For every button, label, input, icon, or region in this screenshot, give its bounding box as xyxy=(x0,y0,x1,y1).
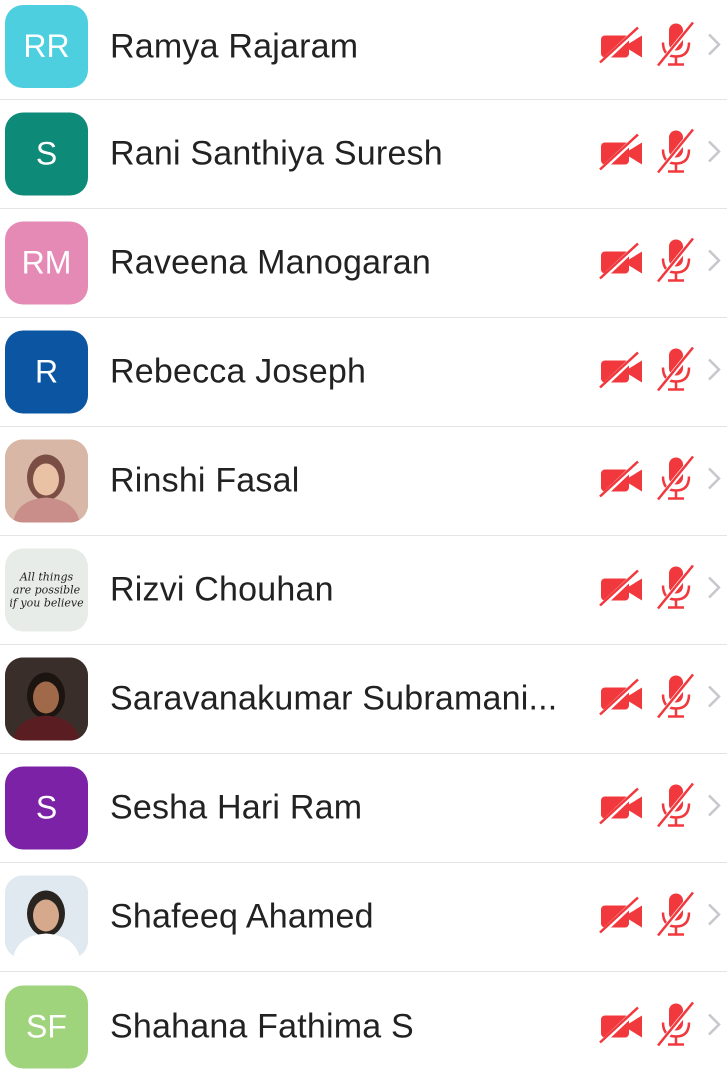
participant-row[interactable]: R Rebecca Joseph xyxy=(0,318,727,427)
status-icons xyxy=(598,564,698,617)
video-off-icon xyxy=(598,677,646,722)
participant-name: Ramya Rajaram xyxy=(110,27,359,66)
avatar-quote-line: if you believe xyxy=(9,596,84,610)
participant-row[interactable]: SF Shahana Fathima S xyxy=(0,972,727,1081)
avatar-initials: S xyxy=(35,789,58,826)
mic-muted-icon xyxy=(654,128,698,181)
participant-row[interactable]: Shafeeq Ahamed xyxy=(0,863,727,972)
mic-muted-icon xyxy=(654,673,698,726)
chevron-right-icon[interactable] xyxy=(706,32,722,63)
video-off-icon xyxy=(598,241,646,286)
participant-name: Shahana Fathima S xyxy=(110,1007,414,1045)
avatar-quote-line: are possible xyxy=(12,583,81,597)
participant-row[interactable]: RM Raveena Manogaran xyxy=(0,209,727,318)
status-icons xyxy=(598,455,698,508)
participant-row[interactable]: S Sesha Hari Ram xyxy=(0,754,727,863)
avatar-initials: SF xyxy=(26,1008,67,1044)
avatar: S xyxy=(5,112,88,196)
video-off-icon xyxy=(598,132,646,177)
avatar: SF xyxy=(5,985,88,1068)
participant-row[interactable]: S Rani Santhiya Suresh xyxy=(0,100,727,209)
chevron-right-icon[interactable] xyxy=(706,357,722,388)
avatar xyxy=(5,875,88,959)
avatar: All things are possible if you believe xyxy=(5,548,88,632)
mic-muted-icon xyxy=(654,237,698,290)
participant-name: Rizvi Chouhan xyxy=(110,570,334,609)
participant-row[interactable]: All things are possible if you believe Rizv… xyxy=(0,536,727,645)
status-icons xyxy=(598,891,698,944)
participant-row[interactable]: RR Ramya Rajaram xyxy=(0,0,727,100)
participant-name: Sesha Hari Ram xyxy=(110,788,363,827)
participant-row[interactable]: Saravanakumar Subramani... xyxy=(0,645,727,754)
mic-muted-icon xyxy=(654,455,698,508)
status-icons xyxy=(598,237,698,290)
avatar-quote-line: All things xyxy=(19,570,74,584)
mic-muted-icon xyxy=(654,21,698,74)
mic-muted-icon xyxy=(654,564,698,617)
participants-list: RR Ramya Rajaram S Rani Santhiya Suresh RM… xyxy=(0,0,727,1081)
avatar-initials: S xyxy=(35,135,58,172)
mic-muted-icon xyxy=(654,346,698,399)
participant-row[interactable]: Rinshi Fasal xyxy=(0,427,727,536)
video-off-icon xyxy=(598,568,646,613)
participant-name: Rinshi Fasal xyxy=(110,461,300,500)
participant-name: Shafeeq Ahamed xyxy=(110,897,374,936)
avatar-initials: RR xyxy=(23,28,70,64)
status-icons xyxy=(598,21,698,74)
status-icons xyxy=(598,346,698,399)
chevron-right-icon[interactable] xyxy=(706,248,722,279)
mic-muted-icon xyxy=(654,891,698,944)
mic-muted-icon xyxy=(654,1000,698,1053)
video-off-icon xyxy=(598,895,646,940)
participant-name: Raveena Manogaran xyxy=(110,243,431,282)
avatar: RM xyxy=(5,221,88,305)
avatar: R xyxy=(5,330,88,414)
video-off-icon xyxy=(598,459,646,504)
video-off-icon xyxy=(598,1004,646,1049)
avatar-initials: RM xyxy=(21,244,72,281)
chevron-right-icon[interactable] xyxy=(706,793,722,824)
participant-name: Rebecca Joseph xyxy=(110,352,367,391)
participant-name: Saravanakumar Subramani... xyxy=(110,679,558,718)
chevron-right-icon[interactable] xyxy=(706,466,722,497)
status-icons xyxy=(598,1000,698,1053)
chevron-right-icon[interactable] xyxy=(706,575,722,606)
participant-name: Rani Santhiya Suresh xyxy=(110,134,443,173)
mic-muted-icon xyxy=(654,782,698,835)
status-icons xyxy=(598,128,698,181)
chevron-right-icon[interactable] xyxy=(706,684,722,715)
avatar xyxy=(5,657,88,741)
chevron-right-icon[interactable] xyxy=(706,139,722,170)
avatar: RR xyxy=(5,5,88,88)
video-off-icon xyxy=(598,25,646,70)
chevron-right-icon[interactable] xyxy=(706,902,722,933)
chevron-right-icon[interactable] xyxy=(706,1011,722,1042)
video-off-icon xyxy=(598,786,646,831)
avatar-initials: R xyxy=(34,353,59,390)
status-icons xyxy=(598,673,698,726)
video-off-icon xyxy=(598,350,646,395)
avatar: S xyxy=(5,766,88,850)
status-icons xyxy=(598,782,698,835)
avatar xyxy=(5,439,88,523)
